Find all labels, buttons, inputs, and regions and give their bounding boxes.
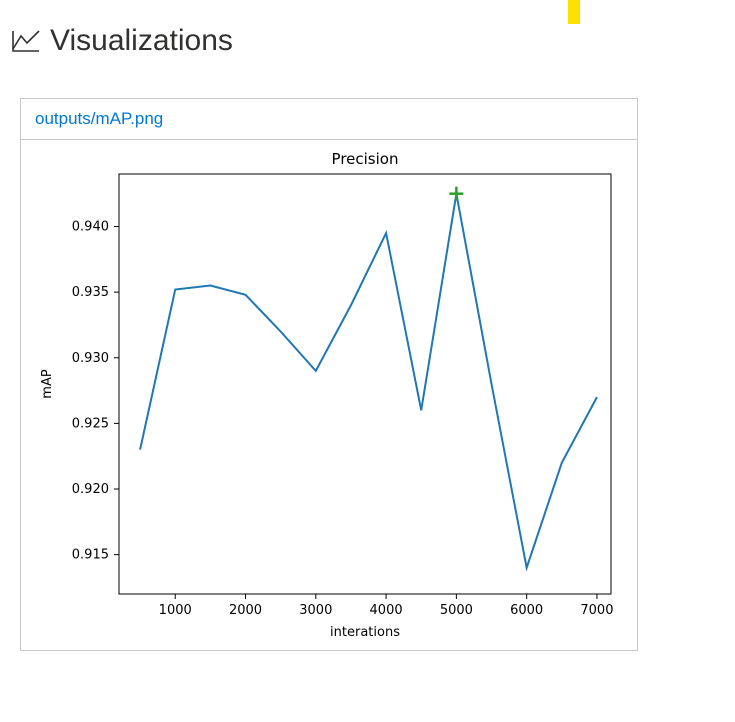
panel-file-link[interactable]: outputs/mAP.png: [21, 99, 637, 140]
precision-chart: 1000 2000 3000 4000 5000 6000 7000 0.915 0.920 0.…: [21, 140, 637, 648]
svg-text:0.940: 0.940: [72, 220, 109, 235]
svg-text:7000: 7000: [580, 603, 613, 618]
chart-line-icon: [12, 29, 40, 53]
visualization-panel: outputs/mAP.png 1000 2000 3000 4000 5000 6000…: [20, 98, 638, 651]
svg-text:Precision: Precision: [332, 150, 399, 168]
svg-text:0.930: 0.930: [72, 351, 109, 366]
highlight-marker: [568, 0, 580, 24]
chart-container: 1000 2000 3000 4000 5000 6000 7000 0.915 0.920 0.…: [21, 140, 637, 650]
svg-text:3000: 3000: [299, 603, 332, 618]
svg-text:0.935: 0.935: [72, 285, 109, 300]
svg-text:mAP: mAP: [40, 369, 55, 399]
svg-text:0.915: 0.915: [72, 548, 109, 563]
svg-text:1000: 1000: [159, 603, 192, 618]
svg-text:0.925: 0.925: [72, 416, 109, 431]
svg-text:0.920: 0.920: [72, 482, 109, 497]
svg-text:6000: 6000: [510, 603, 543, 618]
svg-text:interations: interations: [330, 625, 400, 640]
section-title: Visualizations: [50, 24, 233, 58]
svg-text:5000: 5000: [440, 603, 473, 618]
svg-text:2000: 2000: [229, 603, 262, 618]
svg-text:4000: 4000: [370, 603, 403, 618]
section-header: Visualizations: [0, 0, 735, 68]
